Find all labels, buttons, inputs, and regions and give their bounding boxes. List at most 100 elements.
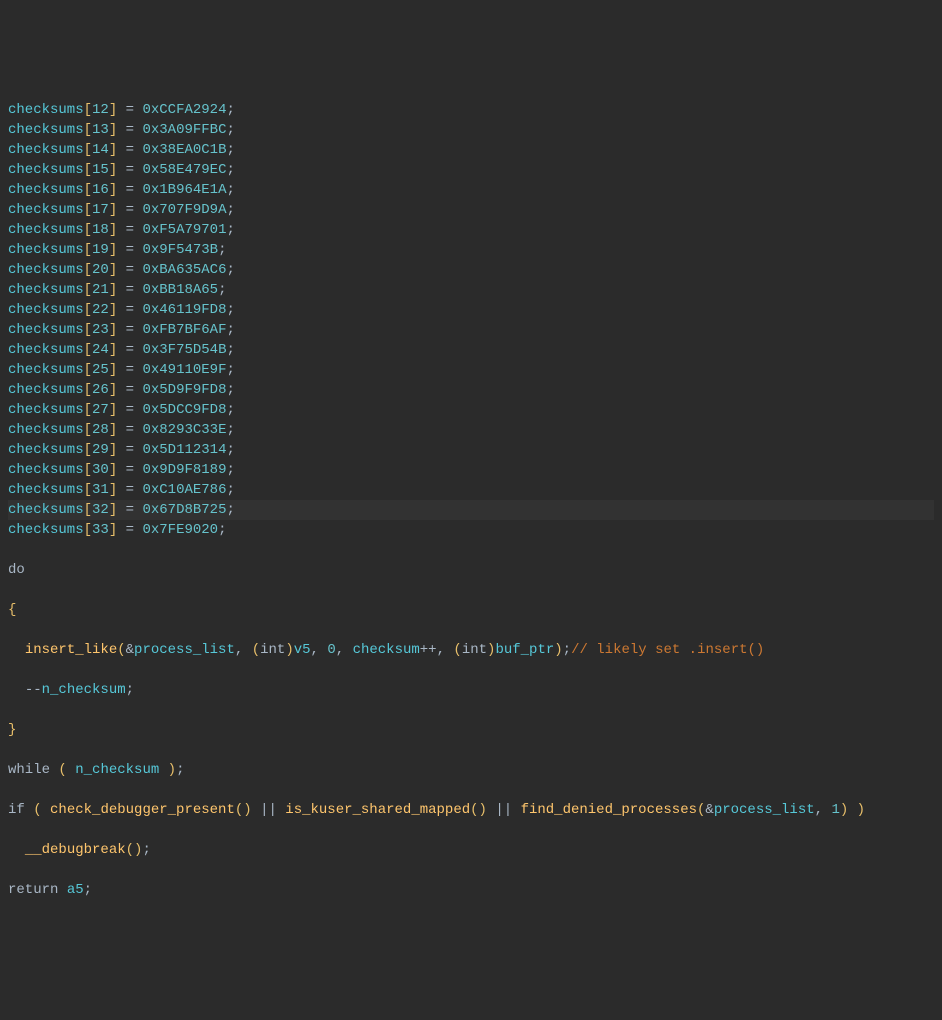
paren: )	[554, 642, 562, 658]
code-line: checksums[32] = 0x67D8B725;	[8, 500, 934, 520]
type-int: int	[260, 642, 285, 658]
id-checksums: checksums	[8, 482, 84, 498]
fn-is-kuser-shared-mapped: is_kuser_shared_mapped	[285, 802, 470, 818]
bracket: ]	[109, 502, 117, 518]
id-checksums: checksums	[8, 222, 84, 238]
index-number: 31	[92, 482, 109, 498]
id-n-checksum: n_checksum	[42, 682, 126, 698]
type-int: int	[462, 642, 487, 658]
bracket: ]	[109, 102, 117, 118]
paren: )	[840, 802, 848, 818]
semicolon: ;	[226, 262, 234, 278]
op-assign: =	[117, 482, 142, 498]
id-checksums: checksums	[8, 362, 84, 378]
bracket: ]	[109, 182, 117, 198]
fn-find-denied-processes: find_denied_processes	[521, 802, 697, 818]
index-number: 17	[92, 202, 109, 218]
bracket: ]	[109, 482, 117, 498]
code-line: checksums[24] = 0x3F75D54B;	[8, 340, 934, 360]
hex-value: 0xBA635AC6	[142, 262, 226, 278]
semicolon: ;	[218, 242, 226, 258]
index-number: 27	[92, 402, 109, 418]
comment: // likely set .insert()	[571, 642, 764, 658]
code-line: checksums[23] = 0xFB7BF6AF;	[8, 320, 934, 340]
hex-value: 0xBB18A65	[142, 282, 218, 298]
semicolon: ;	[226, 482, 234, 498]
op-or: ||	[487, 802, 521, 818]
bracket: [	[84, 122, 92, 138]
id-checksums: checksums	[8, 342, 84, 358]
bracket: ]	[109, 262, 117, 278]
hex-value: 0xCCFA2924	[142, 102, 226, 118]
semicolon: ;	[226, 442, 234, 458]
code-line: {	[8, 600, 934, 620]
bracket: [	[84, 462, 92, 478]
hex-value: 0x58E479EC	[142, 162, 226, 178]
hex-value: 0x46119FD8	[142, 302, 226, 318]
id-checksum: checksum	[353, 642, 420, 658]
hex-value: 0x707F9D9A	[142, 202, 226, 218]
hex-value: 0x1B964E1A	[142, 182, 226, 198]
paren: (	[252, 642, 260, 658]
id-checksums: checksums	[8, 242, 84, 258]
id-checksums: checksums	[8, 122, 84, 138]
index-number: 15	[92, 162, 109, 178]
bracket: ]	[109, 522, 117, 538]
hex-value: 0x49110E9F	[142, 362, 226, 378]
code-line: checksums[15] = 0x58E479EC;	[8, 160, 934, 180]
index-number: 14	[92, 142, 109, 158]
code-line: checksums[27] = 0x5DCC9FD8;	[8, 400, 934, 420]
semicolon: ;	[84, 882, 92, 898]
semicolon: ;	[226, 222, 234, 238]
bracket: [	[84, 202, 92, 218]
code-line: checksums[13] = 0x3A09FFBC;	[8, 120, 934, 140]
op-inc: ++	[420, 642, 437, 658]
index-number: 23	[92, 322, 109, 338]
bracket: ]	[109, 462, 117, 478]
keyword-if: if	[8, 802, 25, 818]
index-number: 33	[92, 522, 109, 538]
code-line: checksums[21] = 0xBB18A65;	[8, 280, 934, 300]
op-assign: =	[117, 402, 142, 418]
op-assign: =	[117, 302, 142, 318]
op-assign: =	[117, 202, 142, 218]
id-a5: a5	[67, 882, 84, 898]
fn-insert-like: insert_like	[25, 642, 117, 658]
bracket: ]	[109, 402, 117, 418]
id-checksums: checksums	[8, 142, 84, 158]
hex-value: 0x67D8B725	[142, 502, 226, 518]
bracket: [	[84, 282, 92, 298]
fn-debugbreak: __debugbreak	[25, 842, 126, 858]
semicolon: ;	[142, 842, 150, 858]
index-number: 16	[92, 182, 109, 198]
bracket: [	[84, 522, 92, 538]
paren: )	[487, 642, 495, 658]
index-number: 29	[92, 442, 109, 458]
bracket: [	[84, 442, 92, 458]
paren: (	[453, 642, 461, 658]
code-line: }	[8, 720, 934, 740]
code-line: checksums[30] = 0x9D9F8189;	[8, 460, 934, 480]
code-line: checksums[16] = 0x1B964E1A;	[8, 180, 934, 200]
ampersand: &	[705, 802, 713, 818]
keyword-while: while	[8, 762, 50, 778]
semicolon: ;	[226, 362, 234, 378]
paren: ()	[470, 802, 487, 818]
fn-check-debugger-present: check_debugger_present	[50, 802, 235, 818]
semicolon: ;	[176, 762, 184, 778]
id-checksums: checksums	[8, 382, 84, 398]
hex-value: 0xC10AE786	[142, 482, 226, 498]
code-line: checksums[33] = 0x7FE9020;	[8, 520, 934, 540]
bracket: [	[84, 342, 92, 358]
bracket: [	[84, 102, 92, 118]
code-editor[interactable]: checksums[12] = 0xCCFA2924;checksums[13]…	[0, 80, 942, 920]
bracket: [	[84, 422, 92, 438]
id-checksums: checksums	[8, 302, 84, 318]
index-number: 26	[92, 382, 109, 398]
bracket: ]	[109, 282, 117, 298]
id-buf-ptr: buf_ptr	[495, 642, 554, 658]
hex-value: 0x8293C33E	[142, 422, 226, 438]
num-one: 1	[831, 802, 839, 818]
num-zero: 0	[327, 642, 335, 658]
code-line: checksums[26] = 0x5D9F9FD8;	[8, 380, 934, 400]
